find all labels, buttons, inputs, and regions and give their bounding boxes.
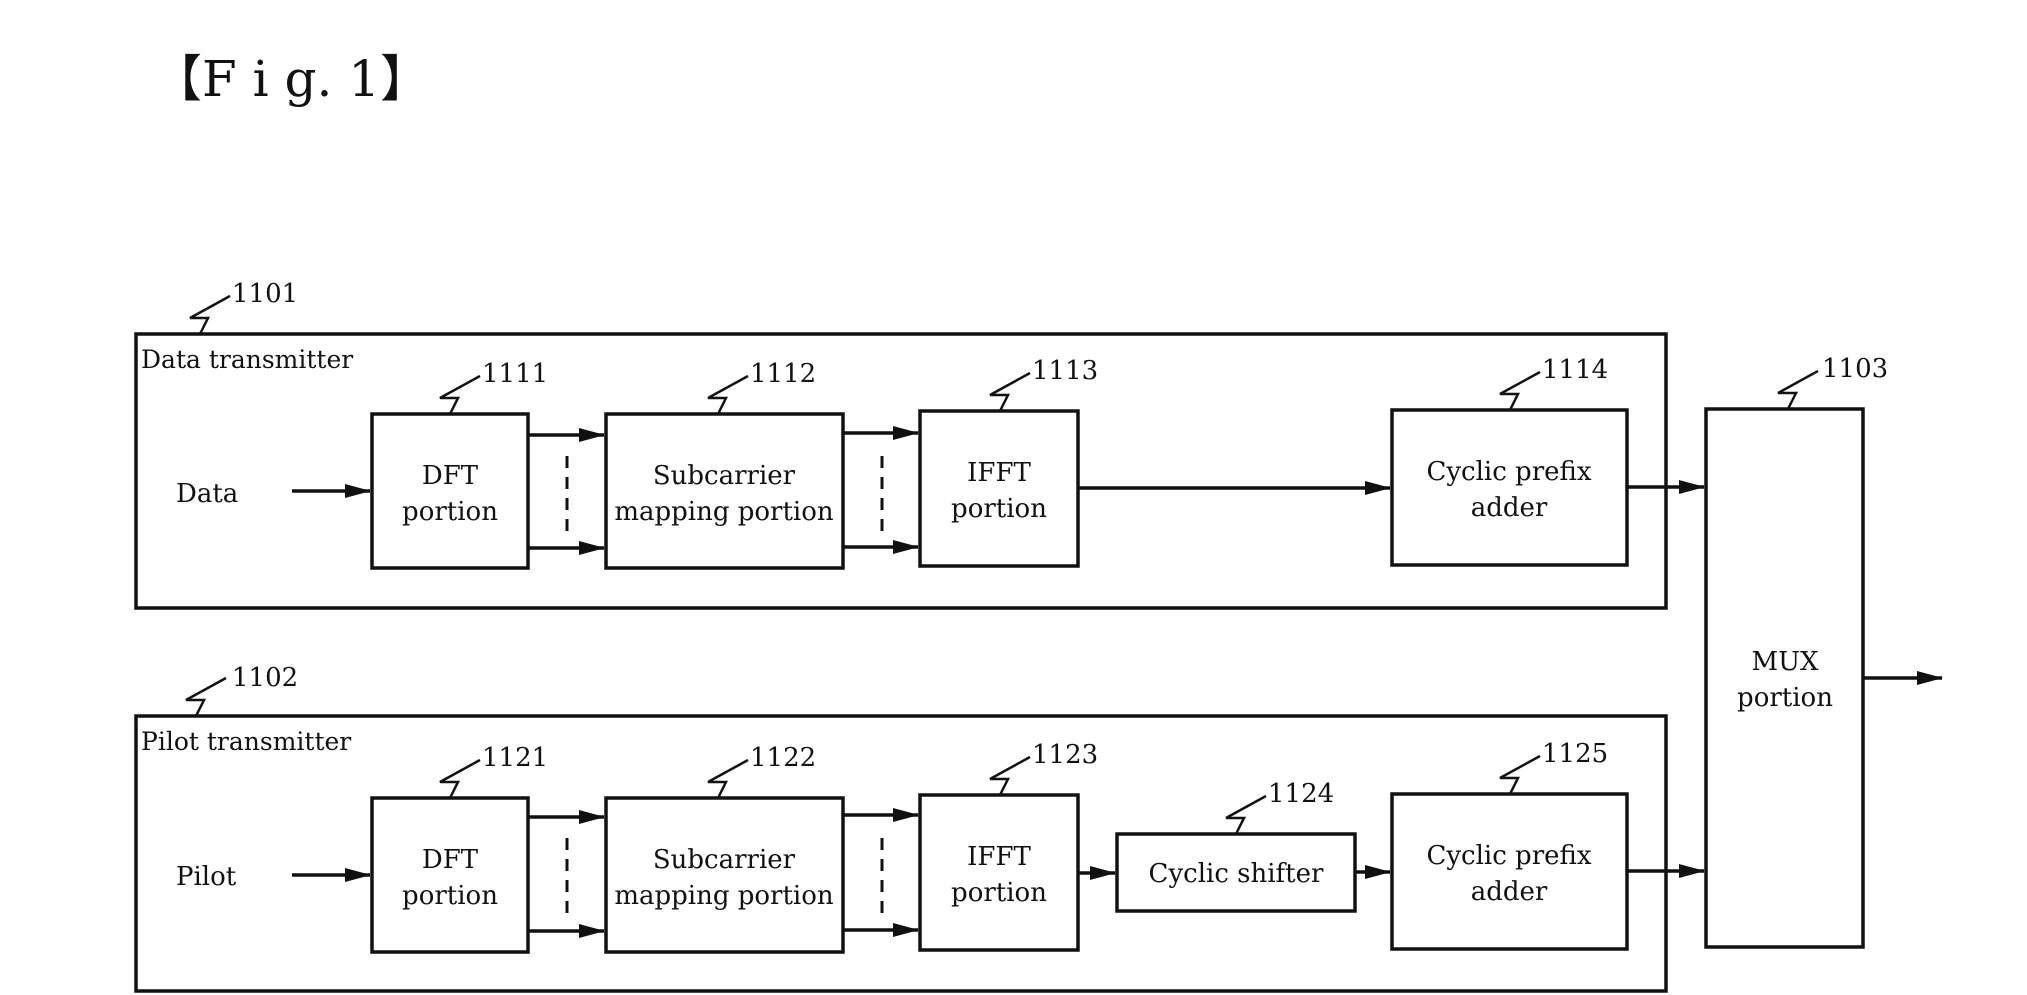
- block-label: Subcarrier: [653, 461, 796, 491]
- ref-label-1121: 1121: [482, 743, 548, 773]
- block-label: adder: [1471, 493, 1548, 523]
- block-label: Cyclic shifter: [1149, 859, 1324, 889]
- ref-label-1112: 1112: [750, 359, 816, 389]
- pilot-input-label: Pilot: [176, 862, 237, 892]
- cyclic-prefix-adder-block-1125: 1125 Cyclic prefix adder: [1390, 739, 1629, 951]
- ref-label-1125: 1125: [1542, 739, 1608, 769]
- ref-label-1114: 1114: [1542, 355, 1608, 385]
- ref-label-1124: 1124: [1268, 779, 1334, 809]
- data-transmitter: 1101 Data transmitter Data 1111 DFT port…: [134, 279, 1668, 610]
- block-label: mapping portion: [614, 881, 834, 911]
- cyclic-prefix-adder-block-1114: 1114 Cyclic prefix adder: [1390, 355, 1629, 567]
- data-input-label: Data: [176, 479, 238, 509]
- block-label: portion: [402, 497, 498, 527]
- ref-label-1102: 1102: [232, 663, 298, 693]
- ref-label-1122: 1122: [750, 743, 816, 773]
- ifft-block-1113: 1113 IFFT portion: [918, 356, 1098, 568]
- ref-leader-1102: [185, 676, 227, 717]
- block-label: DFT: [422, 461, 479, 491]
- pilot-transmitter: 1102 Pilot transmitter Pilot 1121 DFT po…: [134, 663, 1668, 993]
- pilot-transmitter-title: Pilot transmitter: [141, 727, 351, 756]
- ref-label-1101: 1101: [232, 279, 298, 309]
- block-label: MUX: [1751, 647, 1819, 677]
- ifft-block-1123: 1123 IFFT portion: [918, 740, 1098, 952]
- block-label: adder: [1471, 877, 1548, 907]
- block-label: portion: [951, 494, 1047, 524]
- block-label: mapping portion: [614, 497, 834, 527]
- ref-label-1113: 1113: [1032, 356, 1098, 386]
- block-label: IFFT: [967, 458, 1031, 488]
- block-label: Subcarrier: [653, 845, 796, 875]
- subcarrier-mapping-block-1122: 1122 Subcarrier mapping portion: [604, 743, 845, 954]
- cyclic-shifter-block-1124: 1124 Cyclic shifter: [1115, 779, 1357, 913]
- ref-label-1103: 1103: [1822, 354, 1888, 384]
- block-label: DFT: [422, 845, 479, 875]
- block-diagram: 【F i g. 1】 1101 Data transmitter Data 11…: [134, 50, 1943, 993]
- block-label: IFFT: [967, 842, 1031, 872]
- ref-label-1123: 1123: [1032, 740, 1098, 770]
- block-label: Cyclic prefix: [1426, 841, 1591, 871]
- mux-block-1103: 1103 MUX portion: [1704, 354, 1888, 949]
- block-label: portion: [402, 881, 498, 911]
- block-label: Cyclic prefix: [1426, 457, 1591, 487]
- block-label: portion: [951, 878, 1047, 908]
- dft-block-1121: 1121 DFT portion: [370, 743, 548, 954]
- block-label: portion: [1737, 683, 1833, 713]
- data-transmitter-title: Data transmitter: [141, 345, 353, 374]
- dft-block-1111: 1111 DFT portion: [370, 359, 548, 570]
- ref-leader-1101: [189, 294, 231, 335]
- subcarrier-mapping-block-1112: 1112 Subcarrier mapping portion: [604, 359, 845, 570]
- figure-label: 【F i g. 1】: [152, 50, 430, 108]
- ref-label-1111: 1111: [482, 359, 548, 389]
